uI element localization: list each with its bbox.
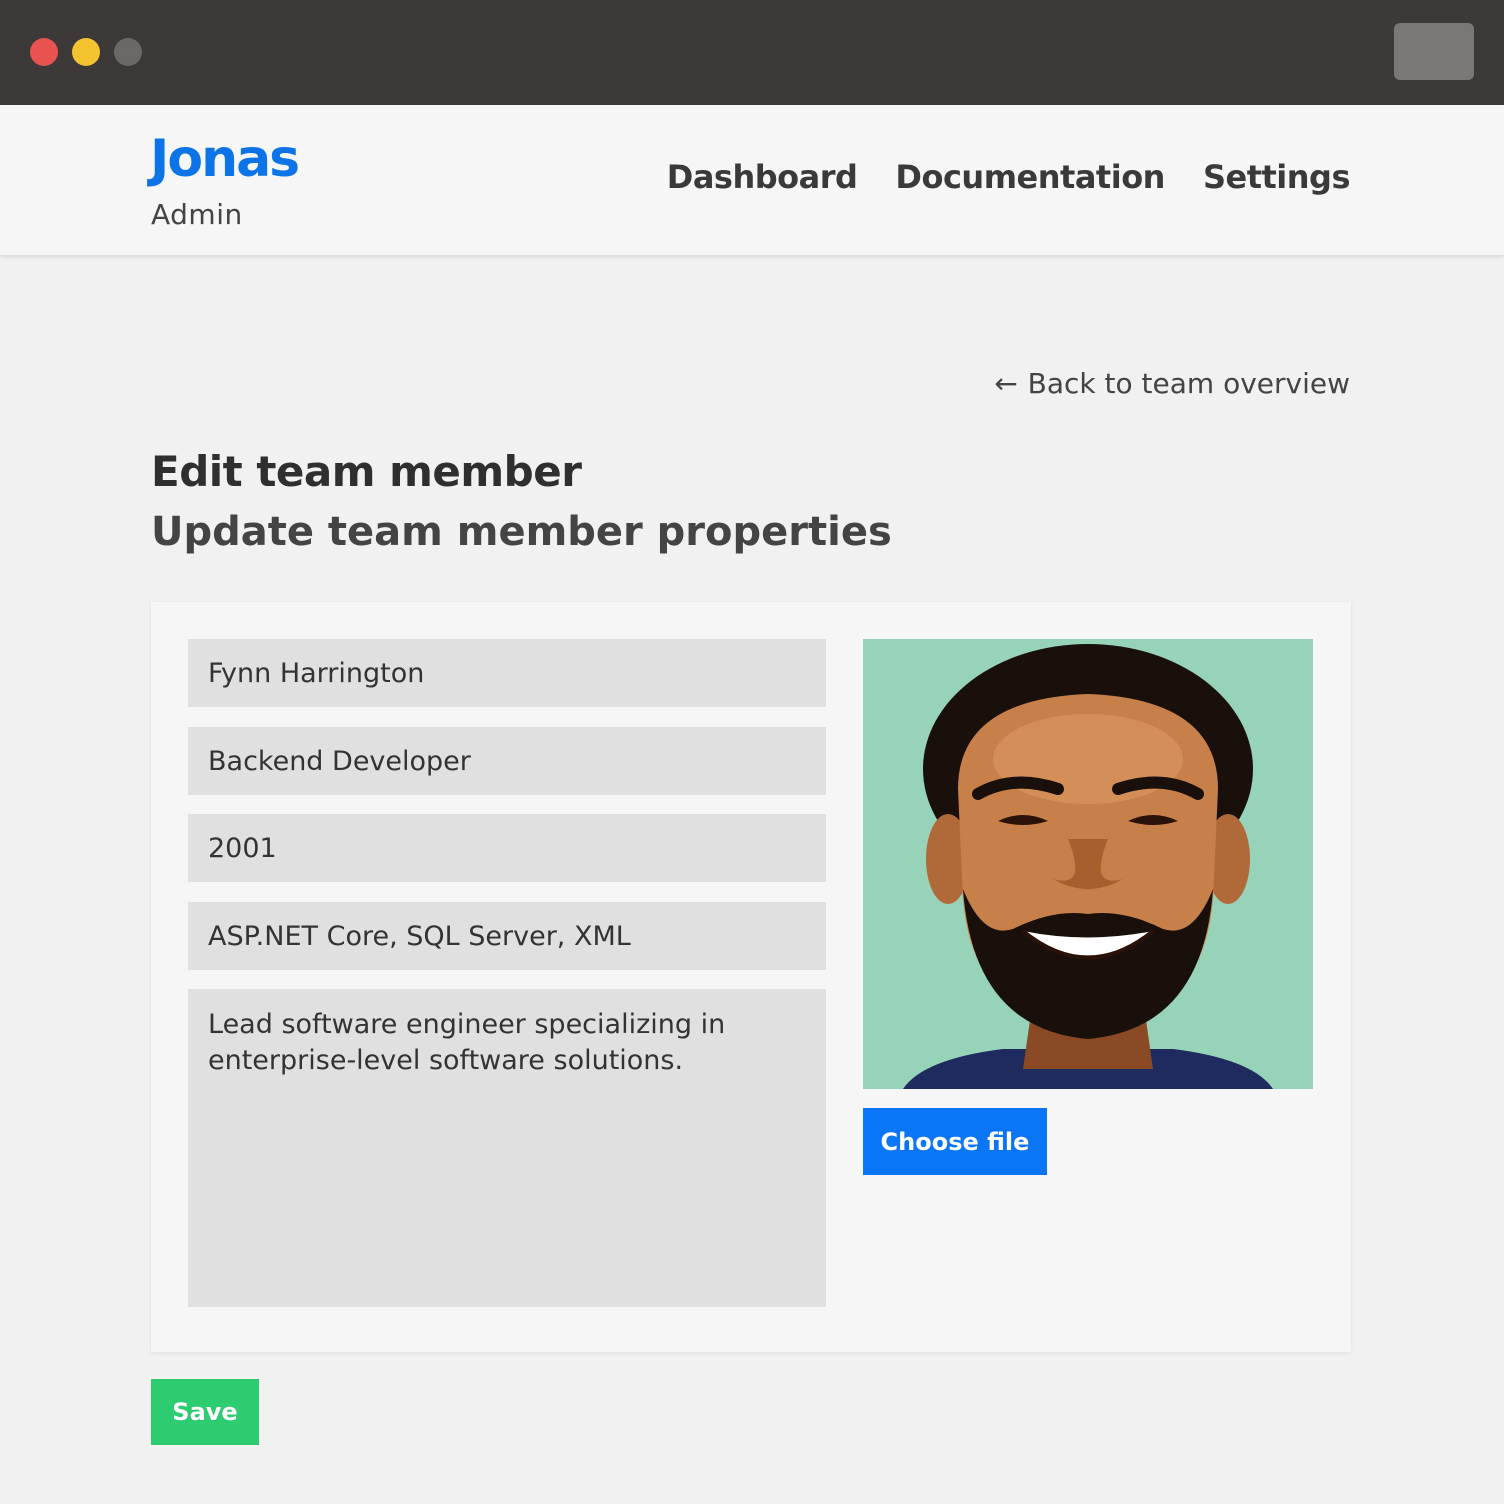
role-field[interactable] [188,727,826,795]
year-field[interactable] [188,814,826,882]
back-to-overview-link[interactable]: ← Back to team overview [994,366,1350,402]
save-button[interactable]: Save [151,1379,259,1445]
arrow-left-icon: ← [994,367,1018,400]
avatar-portrait [863,639,1313,1089]
edit-member-card: Lead software engineer specializing in e… [151,602,1351,1352]
page-subtitle: Update team member properties [151,509,892,555]
back-link-label: Back to team overview [1027,367,1350,400]
nav-settings[interactable]: Settings [1203,157,1351,197]
page-title: Edit team member [151,447,582,496]
nav-documentation[interactable]: Documentation [895,157,1165,197]
window-titlebar [0,0,1504,105]
zoom-window-button[interactable] [114,38,142,66]
brand-subtitle: Admin [151,198,243,231]
brand-logo[interactable]: Jonas [150,129,300,189]
close-window-button[interactable] [30,38,58,66]
window-action-button[interactable] [1394,23,1474,80]
skills-field[interactable] [188,902,826,970]
site-header: Jonas Admin Dashboard Documentation Sett… [0,105,1504,255]
member-photo [863,639,1313,1089]
name-field[interactable] [188,639,826,707]
main-nav: Dashboard Documentation Settings [667,157,1351,197]
nav-dashboard[interactable]: Dashboard [667,157,858,197]
choose-file-button[interactable]: Choose file [863,1108,1047,1175]
minimize-window-button[interactable] [72,38,100,66]
bio-field[interactable]: Lead software engineer specializing in e… [188,989,826,1307]
